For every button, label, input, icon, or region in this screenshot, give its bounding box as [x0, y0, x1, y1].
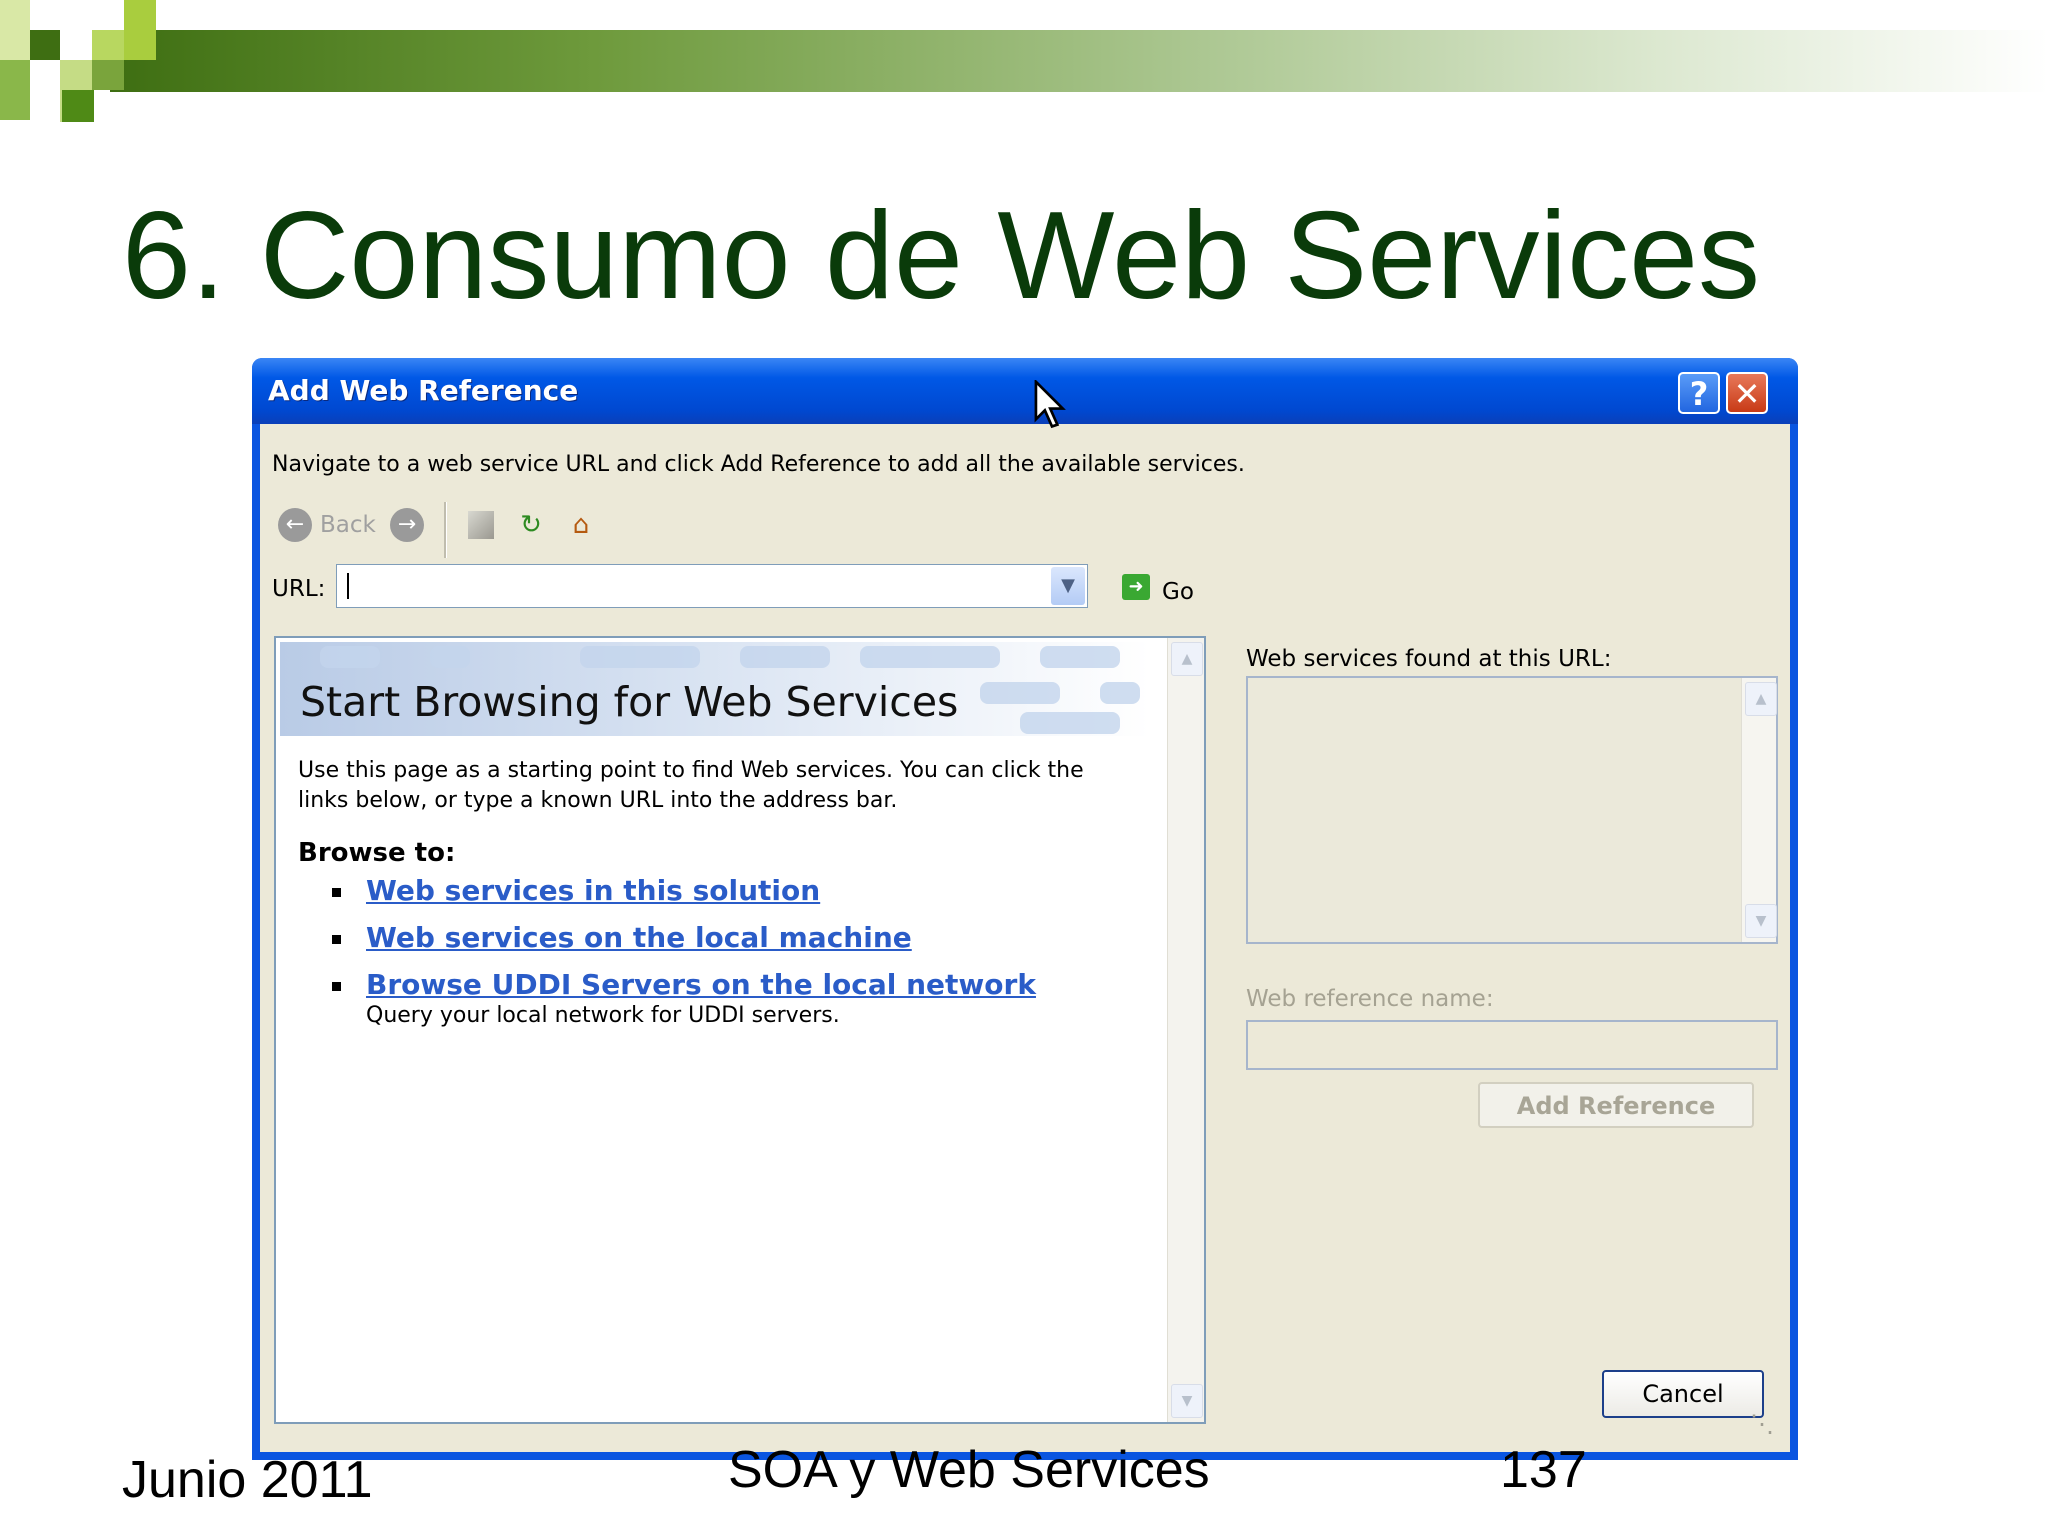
scroll-down-icon[interactable]: ▼ [1745, 904, 1777, 938]
cancel-button[interactable]: Cancel [1602, 1370, 1764, 1418]
home-icon[interactable]: ⌂ [564, 508, 598, 542]
web-reference-name-label: Web reference name: [1246, 986, 1494, 1012]
banner-decor [1040, 646, 1120, 668]
go-button[interactable]: Go [1162, 579, 1194, 605]
footer-page-number: 137 [1500, 1441, 1587, 1499]
start-browsing-heading: Start Browsing for Web Services [300, 678, 959, 726]
found-list-scrollbar[interactable]: ▲ ▼ [1741, 678, 1777, 942]
refresh-icon[interactable]: ↻ [514, 508, 548, 542]
banner-decor [740, 646, 830, 668]
browser-intro-text: Use this page as a starting point to fin… [298, 758, 1084, 813]
browser-toolbar: ← Back → ↻ ⌂ [272, 502, 772, 558]
pane-banner: Start Browsing for Web Services [280, 642, 1150, 736]
decor-square [92, 30, 124, 60]
browse-to-label: Browse to: [298, 838, 456, 868]
banner-decor [1100, 682, 1140, 704]
text-caret [347, 573, 349, 599]
decor-square [124, 0, 156, 60]
back-arrow-icon[interactable]: ← [278, 508, 312, 542]
banner-decor [860, 646, 1000, 668]
chevron-down-icon[interactable]: ▼ [1051, 567, 1085, 605]
link-web-services-solution[interactable]: Web services in this solution [366, 874, 820, 907]
add-reference-button[interactable]: Add Reference [1478, 1082, 1754, 1128]
forward-arrow-icon[interactable]: → [390, 508, 424, 542]
stop-page-icon[interactable] [464, 508, 498, 542]
banner-decor [430, 646, 470, 668]
decor-square [62, 90, 94, 122]
url-combobox[interactable]: ▼ [336, 564, 1088, 608]
banner-decor [1020, 712, 1120, 734]
url-label: URL: [272, 576, 326, 602]
link-browse-uddi-servers[interactable]: Browse UDDI Servers on the local network [366, 968, 1036, 1001]
browser-pane: Start Browsing for Web Services Use this… [274, 636, 1206, 1424]
mouse-cursor-icon [1034, 380, 1066, 429]
footer-center-title: SOA y Web Services [728, 1441, 1210, 1499]
banner-decor [320, 646, 380, 668]
instruction-text: Navigate to a web service URL and click … [272, 452, 1245, 477]
add-web-reference-dialog: Add Web Reference ? ✕ Navigate to a web … [252, 358, 1798, 1460]
toolbar-separator [444, 502, 447, 558]
decor-square [30, 30, 60, 60]
services-found-list[interactable]: ▲ ▼ [1246, 676, 1778, 944]
close-button[interactable]: ✕ [1726, 372, 1768, 414]
decor-square [92, 60, 124, 90]
banner-decor [980, 682, 1060, 704]
list-item: Browse UDDI Servers on the local network… [332, 968, 1036, 1028]
link-web-services-local-machine[interactable]: Web services on the local machine [366, 921, 912, 954]
scroll-up-icon[interactable]: ▲ [1171, 642, 1203, 676]
help-button[interactable]: ? [1678, 372, 1720, 414]
footer-date: Junio 2011 [122, 1451, 373, 1509]
dialog-client-area: Navigate to a web service URL and click … [260, 424, 1790, 1452]
scroll-down-icon[interactable]: ▼ [1171, 1384, 1203, 1418]
go-arrow-icon[interactable]: ➜ [1122, 574, 1150, 600]
dialog-titlebar[interactable]: Add Web Reference ? ✕ [252, 358, 1798, 424]
web-reference-name-input[interactable] [1246, 1020, 1778, 1070]
list-item: Web services in this solution [332, 874, 1036, 907]
services-found-label: Web services found at this URL: [1246, 646, 1612, 672]
banner-decor [580, 646, 700, 668]
browser-scrollbar[interactable]: ▲ ▼ [1167, 638, 1204, 1422]
slide-title: 6. Consumo de Web Services [122, 187, 1761, 325]
decor-square [0, 0, 30, 60]
uddi-link-description: Query your local network for UDDI server… [366, 1003, 840, 1028]
scroll-up-icon[interactable]: ▲ [1745, 682, 1777, 716]
decor-square [0, 60, 30, 120]
list-item: Web services on the local machine [332, 921, 1036, 954]
browse-link-list: Web services in this solution Web servic… [332, 874, 1036, 1042]
header-gradient-band [110, 30, 2048, 92]
resize-grip-icon[interactable]: ⋱ [1750, 1410, 1790, 1450]
dialog-title: Add Web Reference [268, 374, 579, 407]
back-button-label[interactable]: Back [320, 512, 376, 538]
